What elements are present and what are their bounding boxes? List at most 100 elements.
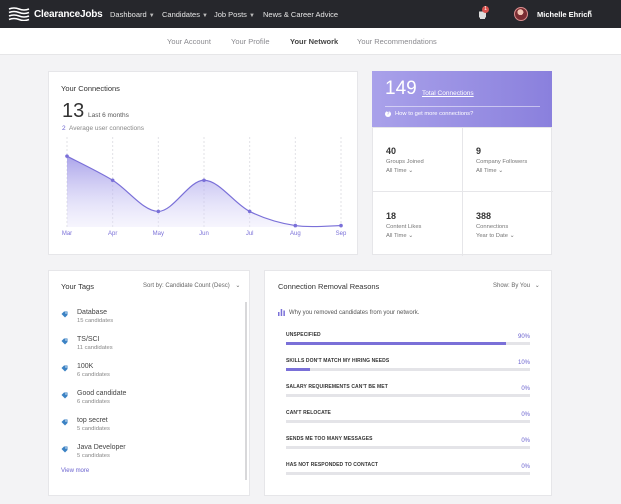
x-tick-label: Jul <box>246 231 254 237</box>
nav-news-label: News & Career Advice <box>263 10 339 19</box>
stat-connections-label: Connections <box>476 224 509 230</box>
reason-label: SALARY REQUIREMENTS CAN'T BE MET <box>286 384 388 390</box>
tag-count: 5 candidates <box>77 453 110 459</box>
period-label: Year to Date <box>476 233 509 239</box>
connections-card: Your Connections 13 Last 6 months 2 Aver… <box>48 71 358 255</box>
nav-job-posts[interactable]: Job Posts ▼ <box>214 10 255 19</box>
chevron-down-icon[interactable]: ▼ <box>587 10 593 16</box>
tag-icon <box>61 365 68 372</box>
progress-track <box>286 342 530 345</box>
chevron-down-icon: ⌄ <box>235 283 241 289</box>
scrollbar[interactable] <box>245 302 247 480</box>
notification-badge: 1 <box>482 6 489 13</box>
period-label: All Time <box>386 168 407 174</box>
connections-chart: Mar Apr May Jun Jul Aug Sep <box>62 137 347 237</box>
tab-your-account[interactable]: Your Account <box>167 37 211 46</box>
tag-icon <box>61 392 68 399</box>
reason-label: SENDS ME TOO MANY MESSAGES <box>286 436 373 442</box>
list-item[interactable]: 100K6 candidates••• <box>61 363 285 383</box>
tag-icon <box>61 311 68 318</box>
show-filter-dropdown[interactable]: Show: By You ⌄ <box>493 282 540 289</box>
card-title: Your Tags <box>61 282 94 291</box>
period-label: All Time <box>476 168 497 174</box>
help-icon: ? <box>385 111 391 117</box>
total-connections-link[interactable]: Total Connections <box>422 90 474 97</box>
x-tick-label: Sep <box>336 231 347 237</box>
stat-groups-value: 40 <box>386 146 397 156</box>
progress-track <box>286 368 530 371</box>
tag-icon <box>61 446 68 453</box>
avatar[interactable] <box>514 7 528 21</box>
progress-track <box>286 472 530 475</box>
nav-dashboard[interactable]: Dashboard ▼ <box>110 10 155 19</box>
chevron-down-icon: ⌄ <box>509 233 515 239</box>
nav-dashboard-label: Dashboard <box>110 10 147 19</box>
tag-name: Database <box>77 309 107 316</box>
stat-followers-period[interactable]: All Time ⌄ <box>476 168 503 174</box>
x-tick-label: Aug <box>290 231 301 237</box>
tab-your-network[interactable]: Your Network <box>290 37 338 46</box>
data-point[interactable] <box>65 154 69 158</box>
data-point[interactable] <box>110 178 115 183</box>
total-connections-box: 149 Total Connections ? How to get more … <box>372 71 552 127</box>
tag-icon <box>61 419 68 426</box>
tag-count: 5 candidates <box>77 426 110 432</box>
help-link[interactable]: ? How to get more connections? <box>385 111 473 117</box>
nav-candidates-label: Candidates <box>162 10 200 19</box>
tag-name: Good candidate <box>77 390 127 397</box>
tag-count: 6 candidates <box>77 372 110 378</box>
tag-name: TS/SCI <box>77 336 100 343</box>
user-name[interactable]: Michelle Ehrich <box>537 10 592 19</box>
reason-label: SKILLS DON'T MATCH MY HIRING NEEDS <box>286 358 390 364</box>
progress-track <box>286 446 530 449</box>
sub-navbar: Your Account Your Profile Your Network Y… <box>0 28 621 55</box>
chevron-down-icon: ▼ <box>201 13 208 19</box>
list-item[interactable]: top secret5 candidates••• <box>61 417 285 437</box>
sort-dropdown[interactable]: Sort by: Candidate Count (Desc) ⌄ <box>143 282 240 289</box>
chevron-down-icon: ▼ <box>248 13 255 19</box>
x-tick-label: Jun <box>199 231 209 237</box>
divider <box>385 106 540 107</box>
nav-job-posts-label: Job Posts <box>214 10 247 19</box>
help-label: How to get more connections? <box>395 111 474 117</box>
stat-connections-value: 388 <box>476 211 492 221</box>
stat-likes-label: Content Likes <box>386 224 422 230</box>
reason-percent: 0% <box>521 464 530 470</box>
nav-news[interactable]: News & Career Advice <box>263 10 338 19</box>
show-label: Show: By You <box>493 283 531 289</box>
chevron-down-icon: ⌄ <box>498 168 504 174</box>
data-point[interactable] <box>293 223 298 228</box>
reason-percent: 0% <box>521 386 530 392</box>
data-point[interactable] <box>339 223 343 228</box>
progress-fill <box>286 342 506 345</box>
sort-label: Sort by: Candidate Count (Desc) <box>143 283 230 289</box>
brand-logo[interactable]: ClearanceJobs <box>8 7 103 21</box>
tag-name: 100K <box>77 363 94 370</box>
data-point[interactable] <box>156 209 161 214</box>
view-more-link[interactable]: View more <box>61 468 89 474</box>
list-item[interactable]: Java Developer5 candidates••• <box>61 444 285 464</box>
data-point[interactable] <box>202 178 206 183</box>
stat-likes-period[interactable]: All Time ⌄ <box>386 233 413 239</box>
list-item[interactable]: TS/SCI11 candidates••• <box>61 336 285 356</box>
tab-your-recommendations[interactable]: Your Recommendations <box>357 37 437 46</box>
reason-percent: 0% <box>521 438 530 444</box>
list-item[interactable]: Database15 candidates••• <box>61 309 285 329</box>
tag-count: 11 candidates <box>77 345 113 351</box>
reason-label: UNSPECIFIED <box>286 332 321 338</box>
nav-candidates[interactable]: Candidates ▼ <box>162 10 208 19</box>
data-point[interactable] <box>247 209 252 214</box>
tag-icon <box>61 338 68 345</box>
removal-subtitle: Why you removed candidates from your net… <box>289 309 420 316</box>
tag-count: 6 candidates <box>77 399 110 405</box>
list-item[interactable]: Good candidate6 candidates••• <box>61 390 285 410</box>
stat-likes-value: 18 <box>386 211 397 221</box>
reason-percent: 10% <box>517 360 530 366</box>
stat-groups-period[interactable]: All Time ⌄ <box>386 168 413 174</box>
stat-connections-period[interactable]: Year to Date ⌄ <box>476 233 515 239</box>
chevron-down-icon: ⌄ <box>408 233 414 239</box>
chevron-down-icon: ⌄ <box>408 168 414 174</box>
tab-your-profile[interactable]: Your Profile <box>231 37 270 46</box>
reason-label: CAN'T RELOCATE <box>286 410 331 416</box>
bar-chart-icon <box>278 309 285 316</box>
